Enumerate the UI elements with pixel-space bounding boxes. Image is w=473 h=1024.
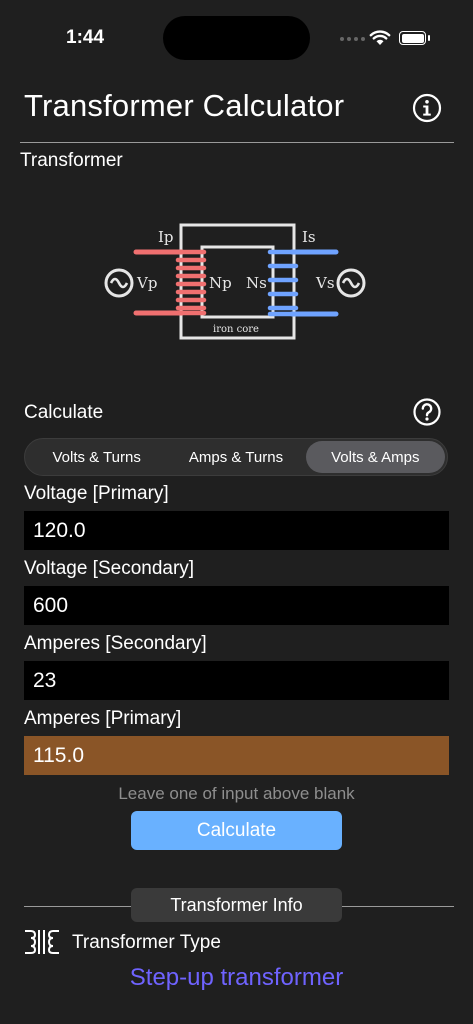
hint-text: Leave one of input above blank [118, 784, 355, 803]
voltage-secondary-input[interactable]: 600 [24, 586, 449, 625]
label-is: Is [302, 228, 316, 246]
label-np: Np [209, 274, 232, 292]
transformer-type-value: Step-up transformer [129, 964, 344, 991]
tab-volts-turns[interactable]: Volts & Turns [27, 441, 166, 473]
battery-nub [428, 35, 430, 41]
voltage-primary-label: Voltage [Primary] [24, 483, 169, 504]
dynamic-island [163, 16, 310, 60]
label-ip: Ip [158, 228, 174, 246]
label-vs: Vs [315, 274, 335, 292]
tab-amps-turns[interactable]: Amps & Turns [166, 441, 305, 473]
transformer-diagram: Ip Is Vp Vs Np Ns iron core [104, 223, 366, 340]
label-ns: Ns [246, 274, 267, 292]
battery-icon [399, 31, 426, 45]
transformer-type-label: Transformer Type [72, 932, 221, 953]
amperes-primary-label: Amperes [Primary] [24, 708, 182, 729]
calculate-button[interactable]: Calculate [131, 811, 342, 850]
amperes-primary-input[interactable]: 115.0 [24, 736, 449, 775]
help-icon[interactable] [413, 398, 441, 426]
section-label: Transformer [20, 150, 123, 171]
amperes-secondary-label: Amperes [Secondary] [24, 633, 207, 654]
transformer-symbol-icon [25, 930, 59, 954]
label-iron-core: iron core [213, 324, 259, 335]
transformer-info-pill: Transformer Info [131, 888, 342, 922]
wifi-icon [369, 30, 391, 45]
tab-volts-amps[interactable]: Volts & Amps [305, 441, 445, 473]
info-divider-right [342, 906, 454, 907]
ac-source-secondary-icon [336, 268, 366, 298]
label-vp: Vp [136, 274, 157, 292]
info-divider-left [24, 906, 131, 907]
amperes-secondary-input[interactable]: 23 [24, 661, 449, 700]
voltage-secondary-label: Voltage [Secondary] [24, 558, 195, 579]
info-icon[interactable] [412, 93, 442, 123]
mode-segmented-control[interactable]: Volts & Turns Amps & Turns Volts & Amps [24, 438, 448, 476]
ac-source-primary-icon [104, 268, 134, 298]
header-divider [20, 142, 454, 143]
calculate-label: Calculate [24, 402, 104, 423]
cellular-signal-icon [340, 37, 365, 41]
page-title: Transformer Calculator [24, 88, 345, 123]
voltage-primary-input[interactable]: 120.0 [24, 511, 449, 550]
status-time: 1:44 [66, 27, 105, 48]
